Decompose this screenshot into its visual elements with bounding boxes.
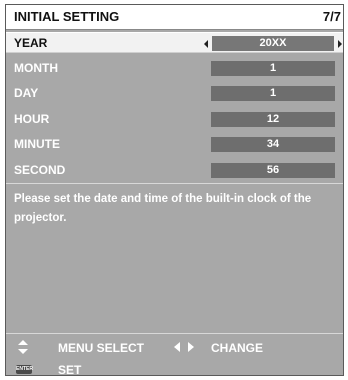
footer-divider <box>6 333 343 334</box>
left-right-arrows-icon <box>174 342 194 352</box>
right-arrow-icon[interactable] <box>338 40 342 48</box>
help-message: Please set the date and time of the buil… <box>14 193 312 224</box>
enter-button-icon: ENTER <box>16 365 33 374</box>
row-minute[interactable]: MINUTE 34 <box>6 134 343 155</box>
page-indicator: 7/7 <box>322 9 341 24</box>
change-label: CHANGE <box>211 341 264 355</box>
menu-select-label: MENU SELECT <box>58 341 145 355</box>
initial-setting-panel: INITIAL SETTING 7/7 YEAR 20XX MONTH 1 DA… <box>5 4 344 377</box>
divider <box>6 183 343 184</box>
row-month[interactable]: MONTH 1 <box>6 58 343 79</box>
year-label: YEAR <box>14 36 48 50</box>
row-year[interactable]: YEAR 20XX <box>6 32 343 53</box>
minute-value[interactable]: 34 <box>211 137 335 152</box>
left-arrow-icon[interactable] <box>204 40 208 48</box>
second-label: SECOND <box>14 163 66 177</box>
day-value[interactable]: 1 <box>211 86 335 101</box>
hour-label: HOUR <box>14 112 50 126</box>
day-label: DAY <box>14 86 39 100</box>
month-label: MONTH <box>14 61 58 75</box>
month-value[interactable]: 1 <box>211 61 335 76</box>
header-bar: INITIAL SETTING 7/7 <box>6 5 343 30</box>
second-value[interactable]: 56 <box>211 163 335 178</box>
page-title: INITIAL SETTING <box>14 9 120 24</box>
row-day[interactable]: DAY 1 <box>6 83 343 104</box>
minute-label: MINUTE <box>14 137 60 151</box>
hour-value[interactable]: 12 <box>211 112 335 127</box>
footer-guide: MENU SELECT CHANGE ENTER SET <box>6 335 343 377</box>
row-second[interactable]: SECOND 56 <box>6 160 343 181</box>
year-value[interactable]: 20XX <box>212 36 334 51</box>
row-hour[interactable]: HOUR 12 <box>6 109 343 130</box>
set-label: SET <box>58 363 82 377</box>
up-down-arrows-icon <box>18 340 28 354</box>
